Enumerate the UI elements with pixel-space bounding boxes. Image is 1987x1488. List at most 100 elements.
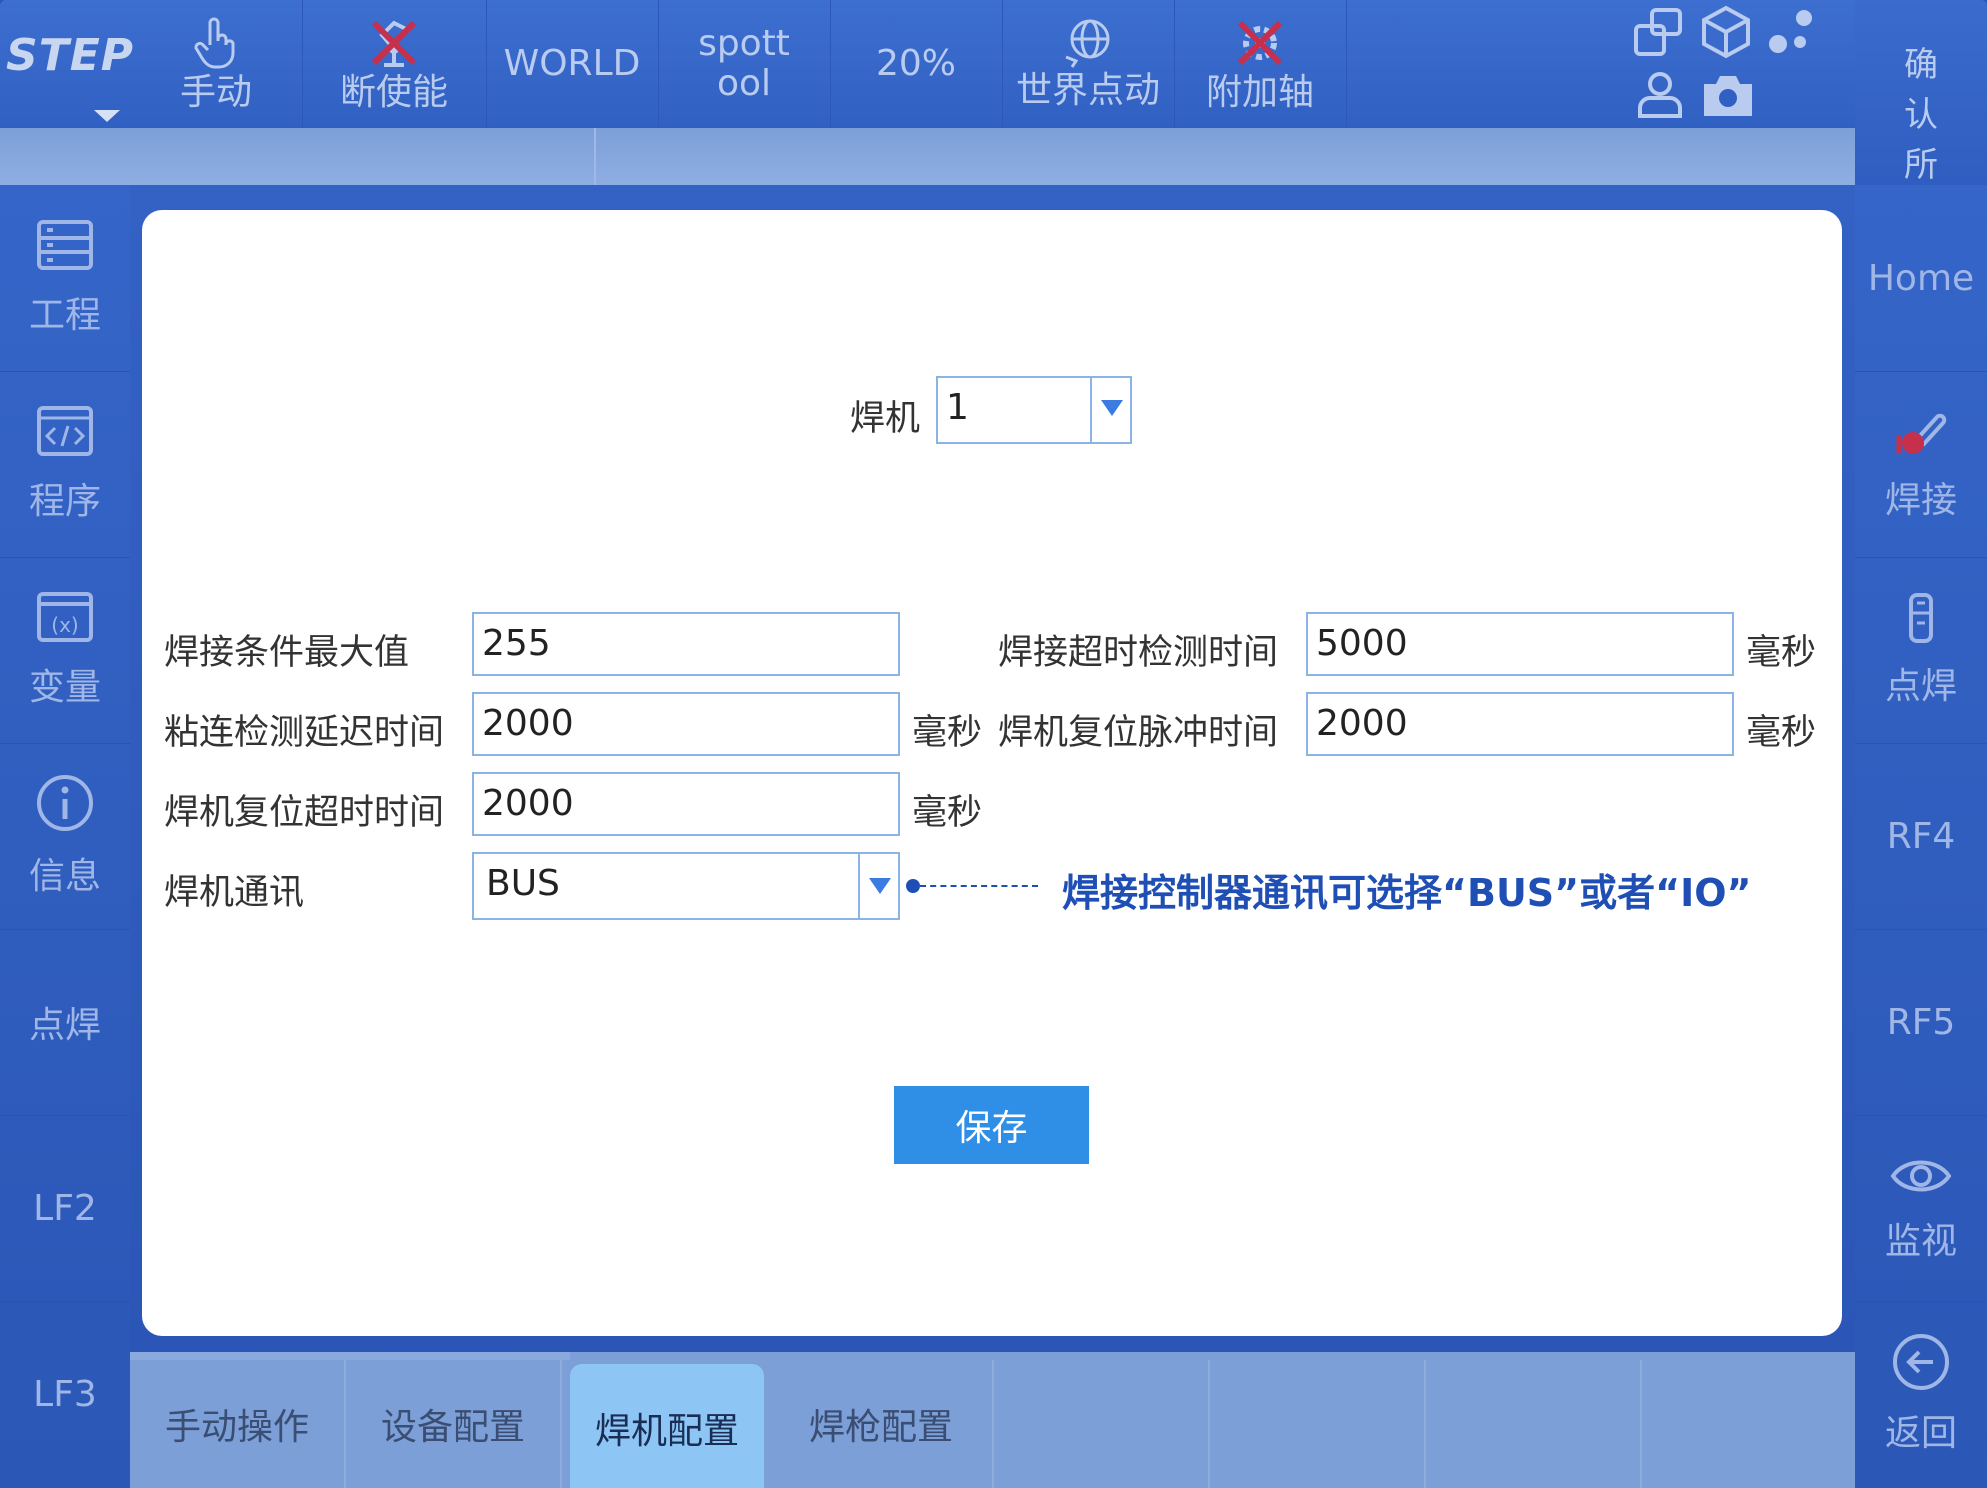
- sidebar-label: Home: [1867, 257, 1975, 299]
- strip-divider: [594, 128, 596, 185]
- comm-select-value: BUS: [486, 863, 560, 904]
- top-toolbar: STEP 手动 断使能 WORLD spott ool 20% 世界点动 附加轴: [0, 0, 1855, 128]
- manual-mode-button[interactable]: 手动: [130, 0, 303, 128]
- tab-label: 设备配置: [380, 1407, 525, 1448]
- reset-timeout-unit: 毫秒: [912, 793, 983, 833]
- weld-timeout-value: 5000: [1316, 623, 1408, 664]
- globe-jog-icon: [1065, 19, 1110, 68]
- welder-select-toggle[interactable]: [1090, 378, 1130, 442]
- max-condition-label: 焊接条件最大值: [164, 633, 410, 673]
- layout-icon[interactable]: [1632, 6, 1688, 58]
- annotation-text: 焊接控制器通讯可选择“BUS”或者“IO”: [1062, 871, 1752, 915]
- robot-disabled-icon: [371, 20, 417, 67]
- sidebar-label: 焊接: [1884, 480, 1957, 521]
- reset-timeout-label: 焊机复位超时时间: [164, 793, 445, 833]
- sidebar-item-project[interactable]: 工程: [0, 185, 130, 372]
- user-icon[interactable]: [1634, 68, 1686, 120]
- reset-timeout-input[interactable]: 2000: [472, 772, 900, 836]
- sidebar-item-rf4[interactable]: RF4: [1855, 743, 1987, 930]
- welder-label: 焊机: [850, 399, 921, 439]
- world-jog-label: 世界点动: [1015, 70, 1160, 111]
- sidebar-item-program[interactable]: 程序: [0, 371, 130, 558]
- tab-device-config[interactable]: 设备配置: [346, 1360, 562, 1488]
- tab-empty: [1210, 1360, 1426, 1488]
- comm-select-toggle[interactable]: [858, 854, 898, 918]
- reset-timeout-value: 2000: [482, 783, 574, 824]
- coord-world-button[interactable]: WORLD: [486, 0, 659, 128]
- weld-timeout-unit: 毫秒: [1746, 633, 1817, 673]
- step-logo: STEP: [6, 30, 135, 81]
- dots-icon[interactable]: [1764, 4, 1820, 60]
- save-button-label: 保存: [955, 1108, 1028, 1149]
- comm-select[interactable]: BUS: [472, 852, 900, 920]
- speed-button[interactable]: 20%: [830, 0, 1003, 128]
- sidebar-label: 变量: [28, 667, 101, 708]
- sidebar-label: 程序: [28, 481, 101, 522]
- max-condition-value: 255: [482, 623, 551, 664]
- stick-delay-label: 粘连检测延迟时间: [164, 713, 445, 753]
- svg-text:(x): (x): [51, 613, 78, 637]
- tab-welder-config[interactable]: 焊机配置: [570, 1364, 764, 1488]
- step-menu-button[interactable]: STEP: [0, 0, 133, 128]
- extra-axis-label: 附加轴: [1205, 72, 1314, 113]
- caret-down-icon: [94, 110, 120, 122]
- sidebar-item-rf5[interactable]: RF5: [1855, 929, 1987, 1116]
- reset-pulse-value: 2000: [1316, 703, 1408, 744]
- stick-delay-unit: 毫秒: [912, 713, 983, 753]
- confirm-all-button[interactable]: 确认所有: [1855, 0, 1987, 235]
- disable-servo-button[interactable]: 断使能: [302, 0, 487, 128]
- sidebar-item-home[interactable]: Home: [1855, 185, 1987, 372]
- eye-icon: [1890, 1160, 1952, 1192]
- sidebar-item-spot-weld[interactable]: 点焊: [0, 929, 130, 1116]
- sidebar-item-lf2[interactable]: LF2: [0, 1115, 130, 1302]
- save-button[interactable]: 保存: [894, 1086, 1089, 1164]
- sidebar-item-info[interactable]: 信息: [0, 743, 130, 930]
- sidebar-item-monitor[interactable]: 监视: [1855, 1115, 1987, 1302]
- tab-torch-config[interactable]: 焊枪配置: [770, 1360, 994, 1488]
- weld-timeout-input[interactable]: 5000: [1306, 612, 1734, 676]
- sidebar-label: LF3: [33, 1373, 97, 1415]
- stick-delay-input[interactable]: 2000: [472, 692, 900, 756]
- variable-icon: (x): [37, 592, 93, 642]
- reset-pulse-unit: 毫秒: [1746, 713, 1817, 753]
- spot-weld-gun-icon: [1909, 593, 1933, 643]
- manual-mode-label: 手动: [179, 72, 252, 113]
- project-icon: [37, 220, 93, 270]
- sidebar-label: 信息: [28, 856, 101, 897]
- world-jog-button[interactable]: 世界点动: [1002, 0, 1175, 128]
- cube-icon[interactable]: [1698, 4, 1754, 60]
- stick-delay-value: 2000: [482, 703, 574, 744]
- max-condition-input[interactable]: 255: [472, 612, 900, 676]
- sidebar-label: 工程: [28, 295, 101, 336]
- tab-empty: [1426, 1360, 1642, 1488]
- annotation-leader-line: [920, 885, 1038, 887]
- triangle-down-icon: [1101, 400, 1123, 416]
- sidebar-label: 监视: [1884, 1221, 1957, 1262]
- welding-torch-icon: [1896, 413, 1947, 454]
- status-icon-group: [1628, 4, 1828, 124]
- welder-select-value: 1: [946, 387, 969, 428]
- sidebar-label: LF2: [33, 1187, 97, 1229]
- tab-label: 焊枪配置: [808, 1407, 953, 1448]
- info-icon: [37, 775, 93, 831]
- sidebar-item-lf3[interactable]: LF3: [0, 1301, 130, 1487]
- tool-select-button[interactable]: spott ool: [658, 0, 831, 128]
- annotation-dot: [906, 879, 920, 893]
- sidebar-item-variable[interactable]: (x) 变量: [0, 557, 130, 744]
- triangle-down-icon: [869, 878, 891, 894]
- extra-axis-button[interactable]: 附加轴: [1174, 0, 1347, 128]
- sidebar-label: RF4: [1886, 815, 1956, 857]
- sidebar-item-welding[interactable]: 焊接: [1855, 371, 1987, 558]
- hand-pointer-icon: [194, 17, 235, 69]
- sidebar-item-spot-weld[interactable]: 点焊: [1855, 557, 1987, 744]
- tab-manual-operation[interactable]: 手动操作: [130, 1360, 346, 1488]
- bottom-tab-bar: 手动操作 设备配置 焊机配置 焊枪配置: [130, 1352, 1855, 1488]
- reset-pulse-input[interactable]: 2000: [1306, 692, 1734, 756]
- camera-icon[interactable]: [1700, 68, 1756, 120]
- status-strip: [0, 128, 1855, 185]
- sidebar-item-back[interactable]: 返回: [1855, 1301, 1987, 1487]
- tab-label: 手动操作: [164, 1407, 309, 1448]
- tool-select-label: spott ool: [698, 23, 790, 104]
- welder-select[interactable]: 1: [936, 376, 1132, 444]
- sidebar-label: 返回: [1884, 1413, 1957, 1454]
